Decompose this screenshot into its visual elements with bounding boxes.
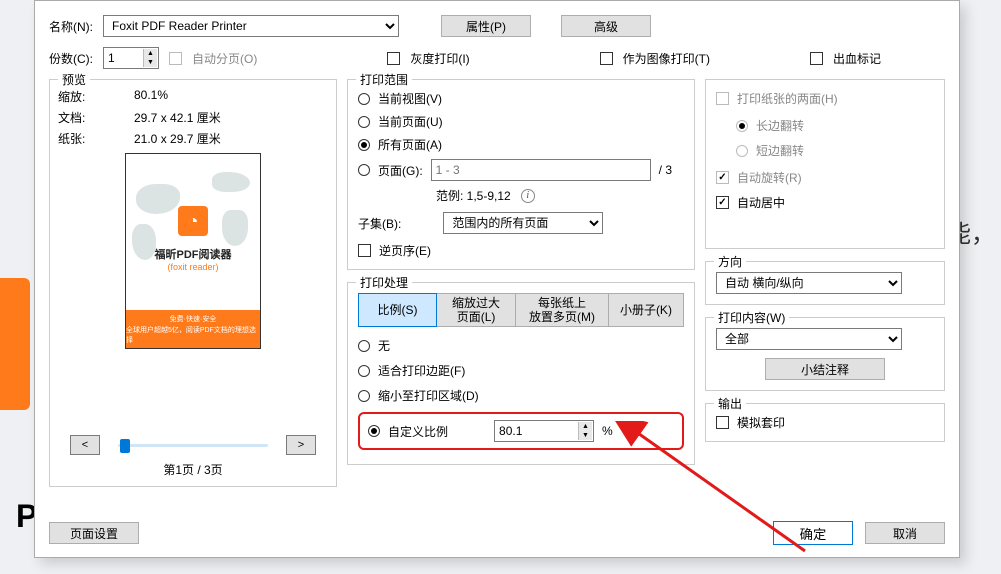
asimage-label: 作为图像打印(T)	[623, 50, 710, 67]
reverse-label: 逆页序(E)	[379, 242, 431, 259]
radio-current-page[interactable]	[358, 116, 370, 128]
thumb-title: 福昕PDF阅读器	[126, 246, 260, 262]
thumb-band: 免费·快速·安全 全球用户超越5亿，阅读PDF文档的理想选择	[126, 310, 260, 348]
print-dialog: 名称(N): Foxit PDF Reader Printer 属性(P) 高级…	[34, 0, 960, 558]
radio-current-view-label: 当前视图(V)	[378, 90, 442, 107]
radio-none-label: 无	[378, 337, 390, 354]
page-slider[interactable]	[118, 435, 268, 455]
scale-tab[interactable]: 比例(S)	[358, 293, 437, 327]
zoom-label: 缩放:	[58, 88, 104, 105]
autorotate-checkbox	[716, 171, 729, 184]
next-page-button[interactable]: >	[286, 435, 316, 455]
doc-value: 29.7 x 42.1 厘米	[104, 109, 328, 126]
reverse-checkbox[interactable]	[358, 244, 371, 257]
doc-label: 文档:	[58, 109, 104, 126]
radio-longedge-label: 长边翻转	[756, 117, 804, 134]
booklet-tab[interactable]: 小册子(K)	[609, 293, 684, 327]
whatprint-legend: 打印内容(W)	[714, 309, 789, 326]
preview-legend: 预览	[58, 71, 90, 88]
pages-total: / 3	[659, 163, 672, 177]
nup-tab[interactable]: 每张纸上 放置多页(M)	[516, 293, 609, 327]
radio-shortedge-label: 短边翻转	[756, 142, 804, 159]
shrink-oversize-tab[interactable]: 缩放过大 页面(L)	[437, 293, 516, 327]
pagesetup-button[interactable]: 页面设置	[49, 522, 139, 544]
thumb-subtitle: (foxit reader)	[126, 262, 260, 272]
radio-current-page-label: 当前页面(U)	[378, 113, 443, 130]
range-fieldset: 打印范围 当前视图(V) 当前页面(U) 所有页面(A) 页面(G): / 3 …	[347, 79, 695, 270]
summarize-button[interactable]: 小结注释	[765, 358, 885, 380]
paper-value: 21.0 x 29.7 厘米	[104, 130, 328, 147]
bg-orange-strip	[0, 278, 30, 410]
radio-current-view[interactable]	[358, 93, 370, 105]
duplex-label: 打印纸张的两面(H)	[737, 90, 838, 107]
radio-shrink[interactable]	[358, 390, 370, 402]
orientation-fieldset: 方向 自动 横向/纵向	[705, 261, 945, 305]
radio-shrink-label: 缩小至打印区域(D)	[378, 387, 479, 404]
output-legend: 输出	[714, 395, 746, 412]
range-legend: 打印范围	[356, 71, 412, 88]
advanced-button[interactable]: 高级	[561, 15, 651, 37]
output-fieldset: 输出 模拟套印	[705, 403, 945, 442]
custom-scale-highlight: 自定义比例 ▲▼ %	[358, 412, 684, 450]
ok-button[interactable]: 确定	[773, 521, 853, 545]
orientation-legend: 方向	[714, 253, 746, 270]
info-icon[interactable]: i	[521, 189, 535, 203]
autocenter-label: 自动居中	[737, 194, 785, 211]
cancel-button[interactable]: 取消	[865, 522, 945, 544]
pages-example: 范例: 1,5-9,12	[436, 187, 511, 204]
grayscale-label: 灰度打印(I)	[410, 50, 469, 67]
simulate-label: 模拟套印	[737, 414, 785, 431]
radio-fit[interactable]	[358, 365, 370, 377]
subset-label: 子集(B):	[358, 215, 401, 232]
radio-shortedge	[736, 145, 748, 157]
autorotate-label: 自动旋转(R)	[737, 169, 802, 186]
page-status: 第1页 / 3页	[58, 461, 328, 478]
custom-scale-input[interactable]	[499, 424, 589, 438]
percent-label: %	[602, 424, 613, 438]
radio-fit-label: 适合打印边距(F)	[378, 362, 465, 379]
radio-all-pages[interactable]	[358, 139, 370, 151]
radio-longedge	[736, 120, 748, 132]
whatprint-fieldset: 打印内容(W) 全部 小结注释	[705, 317, 945, 391]
grayscale-checkbox[interactable]	[387, 52, 400, 65]
radio-custom-label: 自定义比例	[388, 423, 448, 440]
preview-thumbnail: ◔ 福昕PDF阅读器 (foxit reader) 免费·快速·安全 全球用户超…	[125, 153, 261, 349]
foxit-icon: ◔	[178, 206, 208, 236]
properties-button[interactable]: 属性(P)	[441, 15, 531, 37]
printer-select[interactable]: Foxit PDF Reader Printer	[103, 15, 399, 37]
radio-custom[interactable]	[368, 425, 380, 437]
copies-label: 份数(C):	[49, 50, 93, 67]
pages-label: 页面(G):	[378, 162, 423, 179]
prev-page-button[interactable]: <	[70, 435, 100, 455]
autocenter-checkbox[interactable]	[716, 196, 729, 209]
bleed-label: 出血标记	[833, 50, 881, 67]
handling-legend: 打印处理	[356, 274, 412, 291]
simulate-checkbox[interactable]	[716, 416, 729, 429]
orientation-select[interactable]: 自动 横向/纵向	[716, 272, 902, 294]
copies-spinner[interactable]: ▲▼	[103, 47, 159, 69]
bleed-checkbox[interactable]	[810, 52, 823, 65]
collate-checkbox	[169, 52, 182, 65]
subset-select[interactable]: 范围内的所有页面	[443, 212, 603, 234]
handling-fieldset: 打印处理 比例(S) 缩放过大 页面(L) 每张纸上 放置多页(M) 小册子(K…	[347, 282, 695, 465]
printer-name-label: 名称(N):	[49, 18, 93, 35]
custom-scale-spinner[interactable]: ▲▼	[494, 420, 594, 442]
radio-all-pages-label: 所有页面(A)	[378, 136, 442, 153]
pages-input[interactable]	[431, 159, 651, 181]
whatprint-select[interactable]: 全部	[716, 328, 902, 350]
radio-pages[interactable]	[358, 164, 370, 176]
duplex-checkbox	[716, 92, 729, 105]
zoom-value: 80.1%	[104, 88, 328, 105]
duplex-fieldset: 打印纸张的两面(H) 长边翻转 短边翻转 自动旋转(R) 自动居中	[705, 79, 945, 249]
paper-label: 纸张:	[58, 130, 104, 147]
preview-fieldset: 预览 缩放: 80.1% 文档: 29.7 x 42.1 厘米 纸张: 21.0…	[49, 79, 337, 487]
radio-none[interactable]	[358, 340, 370, 352]
collate-label: 自动分页(O)	[192, 50, 257, 67]
asimage-checkbox[interactable]	[600, 52, 613, 65]
